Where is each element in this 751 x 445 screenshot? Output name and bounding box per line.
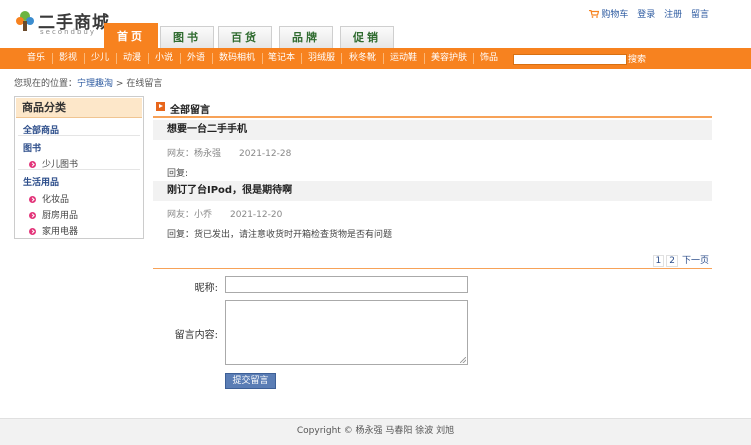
footer: Copyright © 杨永强 马春阳 徐波 刘旭 — [0, 418, 751, 445]
sidebar-item[interactable]: 家用电器 — [29, 224, 78, 237]
sidebar-category-books[interactable]: 图书 — [23, 141, 41, 154]
arrow-bullet-icon — [29, 228, 36, 235]
nav-item[interactable]: 笔记本 — [268, 48, 295, 69]
breadcrumb-home-link[interactable]: 宁理趣淘 — [77, 79, 113, 89]
cart-icon — [589, 10, 600, 18]
tab-home[interactable]: 首页 — [104, 23, 158, 48]
nav-item[interactable]: 美容护肤 — [431, 48, 467, 69]
page-link[interactable]: 2 — [666, 255, 678, 267]
message-date: 2021-12-28 — [239, 149, 292, 159]
breadcrumb-current: 在线留言 — [126, 79, 163, 89]
logo-icon — [16, 11, 34, 31]
top-links: 购物车 登录 注册 留言 — [589, 7, 709, 20]
search-input[interactable] — [513, 54, 627, 65]
sidebar-item-label: 化妆品 — [42, 195, 70, 205]
sidebar-divider — [18, 169, 140, 170]
nav-item[interactable]: 音乐 — [27, 48, 45, 69]
guestbook-link[interactable]: 留言 — [691, 10, 709, 20]
tab-books[interactable]: 图书 — [160, 26, 214, 48]
tab-promotions[interactable]: 促销 — [340, 26, 394, 48]
submit-message-button[interactable]: 提交留言 — [225, 373, 276, 389]
nav-divider — [212, 53, 213, 64]
nav-item[interactable]: 动漫 — [123, 48, 141, 69]
sidebar-title: 商品分类 — [16, 98, 142, 118]
section-title: 全部留言 — [170, 105, 210, 116]
nav-item[interactable]: 小说 — [155, 48, 173, 69]
sidebar-item[interactable]: 化妆品 — [29, 192, 69, 205]
tab-goods[interactable]: 百货 — [218, 26, 272, 48]
nickname-input[interactable] — [225, 276, 468, 293]
message-date: 2021-12-20 — [230, 210, 283, 220]
nav-item[interactable]: 秋冬靴 — [349, 48, 376, 69]
next-page-link[interactable]: 下一页 — [680, 256, 711, 268]
nav-divider — [473, 53, 474, 64]
nav-item[interactable]: 羽绒服 — [308, 48, 335, 69]
nav-divider — [148, 53, 149, 64]
nav-item[interactable]: 少儿 — [91, 48, 109, 69]
category-sidebar: 商品分类 全部商品 图书 少儿图书 生活用品 化妆品 厨房用品 家用电器 — [14, 96, 144, 239]
nav-item[interactable]: 数码相机 — [219, 48, 255, 69]
message-user: 网友：小乔 — [167, 210, 213, 220]
message-user: 网友：杨永强 — [167, 149, 222, 159]
nav-divider — [383, 53, 384, 64]
sidebar-divider — [18, 135, 140, 136]
logo-subtext: secondbuy — [40, 28, 96, 36]
nav-item[interactable]: 运动鞋 — [390, 48, 417, 69]
arrow-bullet-icon — [29, 161, 36, 168]
message-meta: 网友：小乔 2021-12-20 — [167, 207, 282, 220]
nav-divider — [116, 53, 117, 64]
breadcrumb-separator: > — [115, 79, 124, 89]
breadcrumb: 您现在的位置：宁理趣淘 > 在线留言 — [14, 76, 162, 89]
sidebar-item[interactable]: 厨房用品 — [29, 208, 78, 221]
section-header: 全部留言 — [153, 98, 712, 118]
sidebar-item-label: 厨房用品 — [42, 211, 79, 221]
cart-link[interactable]: 购物车 — [601, 10, 628, 20]
message-reply: 回复：货已发出，请注意收货时开箱检查货物是否有问题 — [167, 230, 393, 240]
breadcrumb-prefix: 您现在的位置： — [14, 79, 78, 89]
nav-divider — [262, 53, 263, 64]
tab-brands[interactable]: 品牌 — [279, 26, 333, 48]
nav-item[interactable]: 影视 — [59, 48, 77, 69]
nav-divider — [424, 53, 425, 64]
pagination: 1 2 下一页 — [651, 255, 711, 268]
section-arrow-icon — [156, 102, 165, 111]
nav-divider — [341, 53, 342, 64]
login-link[interactable]: 登录 — [637, 10, 655, 20]
search-button[interactable]: 搜索 — [628, 53, 646, 67]
nav-divider — [180, 53, 181, 64]
message-meta: 网友：杨永强 2021-12-28 — [167, 146, 291, 159]
nav-divider — [52, 53, 53, 64]
nav-divider — [84, 53, 85, 64]
sidebar-category-living[interactable]: 生活用品 — [23, 175, 59, 188]
register-link[interactable]: 注册 — [664, 10, 682, 20]
content-label: 留言内容: — [174, 330, 218, 341]
arrow-bullet-icon — [29, 196, 36, 203]
nav-item[interactable]: 饰品 — [480, 48, 498, 69]
nav-divider — [301, 53, 302, 64]
nav-item[interactable]: 外语 — [187, 48, 205, 69]
message-reply: 回复: — [167, 169, 189, 179]
nickname-label: 昵称: — [194, 283, 218, 294]
message-textarea[interactable] — [225, 300, 468, 365]
message-title: 想要一台二手手机 — [153, 120, 712, 140]
form-divider — [153, 268, 712, 269]
page-link[interactable]: 1 — [652, 255, 665, 267]
sidebar-item-label: 家用电器 — [42, 227, 79, 237]
message-title: 刚订了台IPod，很是期待啊 — [153, 181, 712, 201]
arrow-bullet-icon — [29, 212, 36, 219]
